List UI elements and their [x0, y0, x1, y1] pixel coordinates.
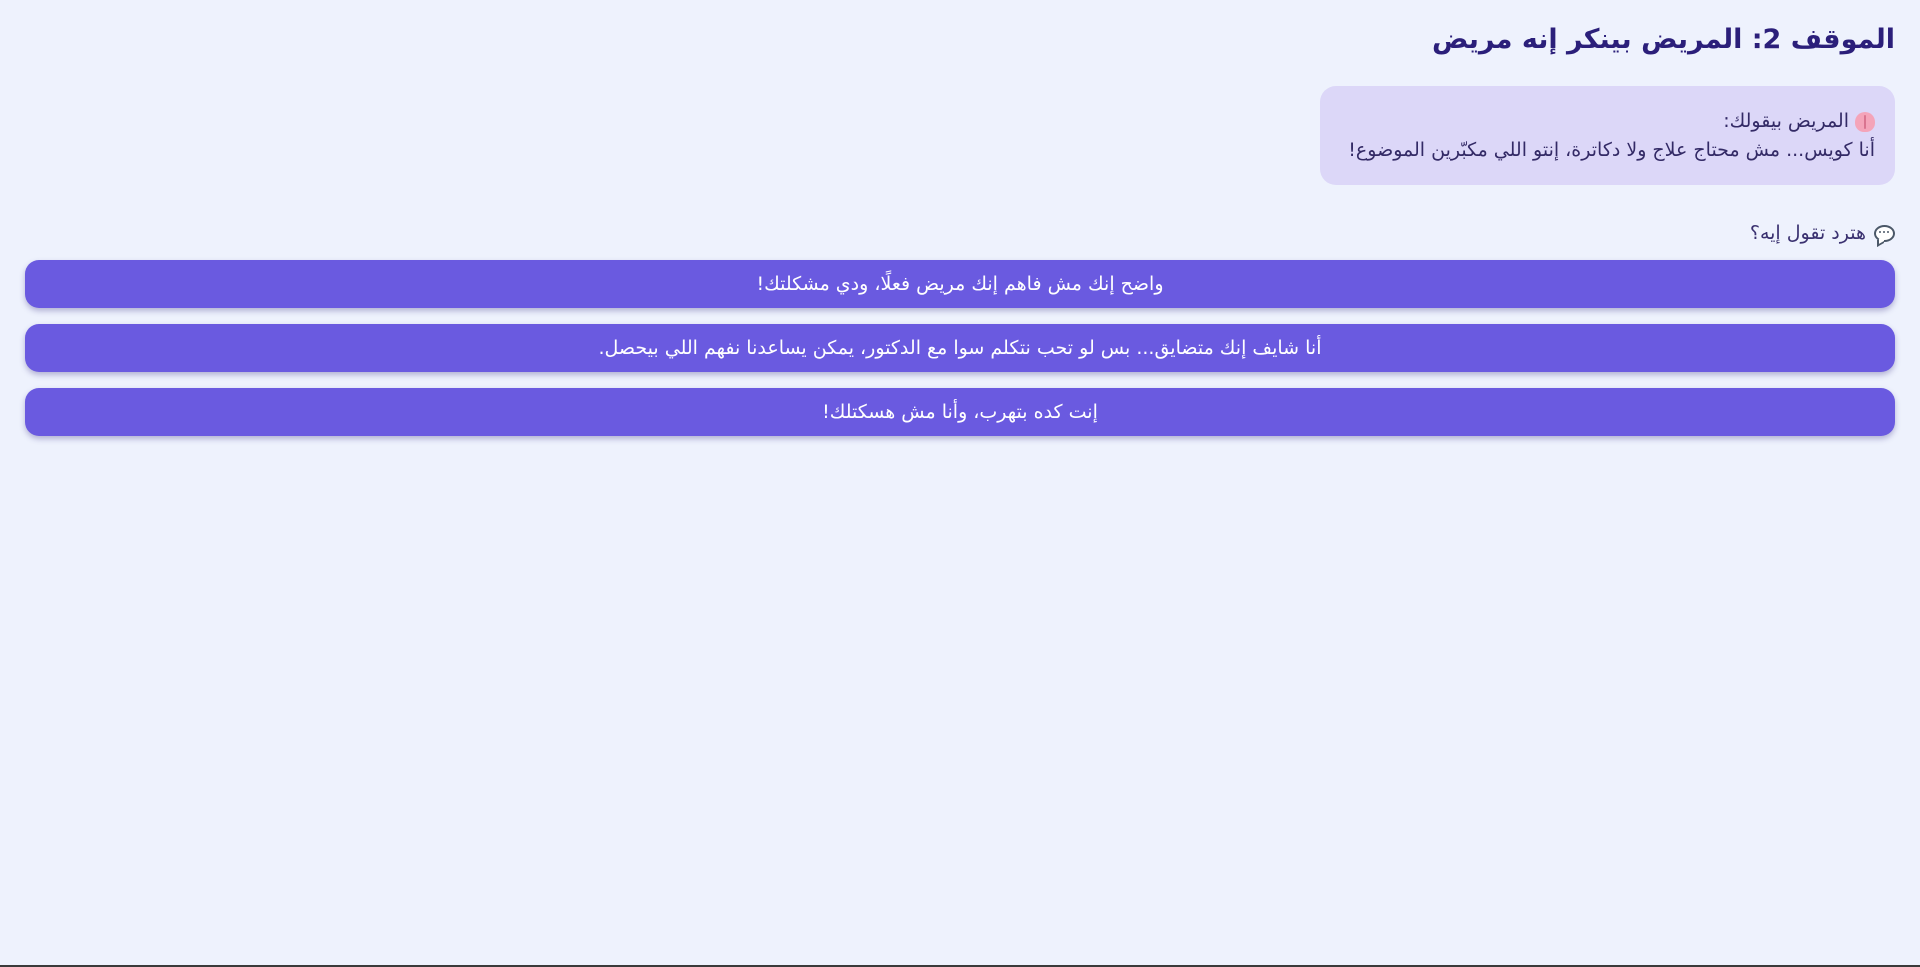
- response-prompt-text: هترد تقول إيه؟: [1749, 222, 1866, 244]
- response-prompt: هترد تقول إيه؟: [25, 219, 1895, 247]
- patient-statement-card: المريض بيقولك: أنا كويس... مش محتاج علاج…: [1320, 86, 1895, 185]
- option-button-3[interactable]: إنت كده بتهرب، وأنا مش هسكتلك!: [25, 388, 1895, 436]
- option-button-1[interactable]: واضح إنك مش فاهم إنك مريض فعلًا، ودي مشك…: [25, 260, 1895, 308]
- option-button-2[interactable]: أنا شايف إنك متضايق... بس لو تحب نتكلم س…: [25, 324, 1895, 372]
- patient-statement: أنا كويس... مش محتاج علاج ولا دكاترة، إن…: [1348, 139, 1875, 161]
- scenario-page: الموقف 2: المريض بينكر إنه مريض المريض ب…: [0, 0, 1920, 967]
- response-options: واضح إنك مش فاهم إنك مريض فعلًا، ودي مشك…: [25, 260, 1895, 436]
- scenario-title: الموقف 2: المريض بينكر إنه مريض: [1431, 24, 1895, 55]
- patient-card-header: المريض بيقولك:: [1340, 107, 1875, 136]
- patient-label: المريض بيقولك:: [1723, 110, 1849, 132]
- speech-bubble-icon: [1874, 224, 1895, 242]
- brain-icon: [1855, 111, 1875, 132]
